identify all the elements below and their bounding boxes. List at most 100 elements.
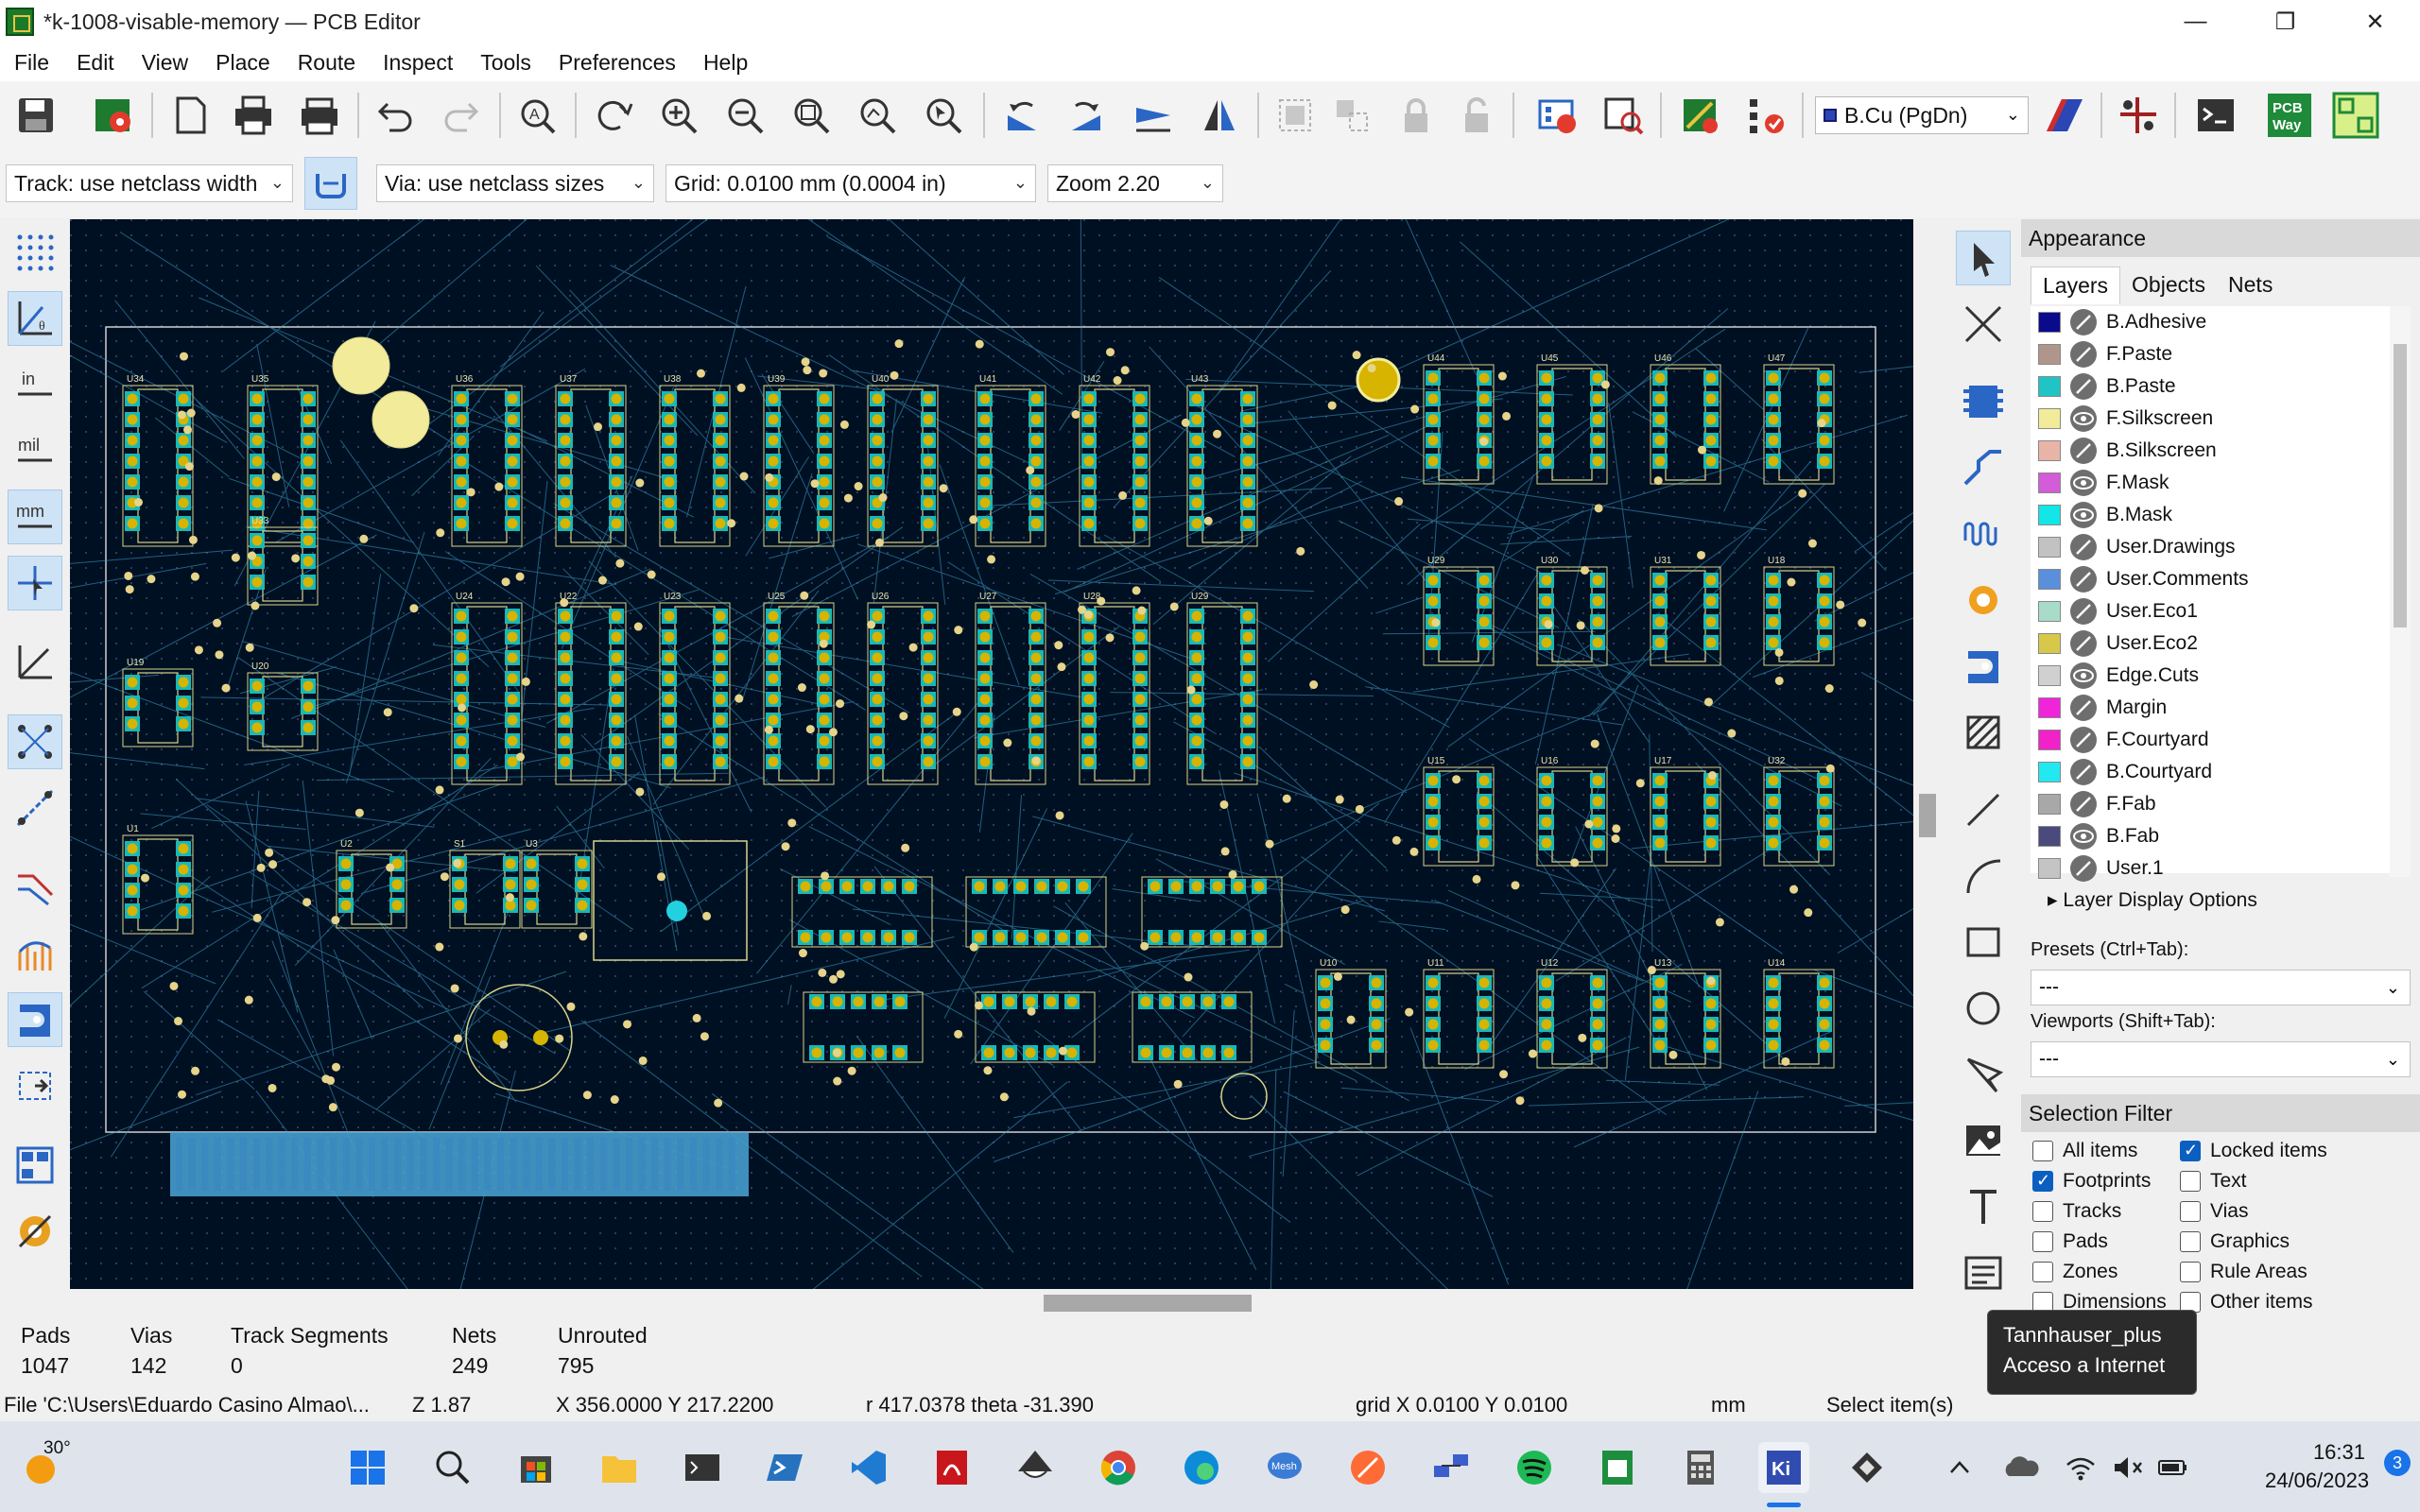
eye-hidden-icon[interactable] [2070, 373, 2097, 400]
layer-row[interactable]: User.1 [2031, 852, 2380, 885]
add-keepout-icon[interactable] [1956, 705, 2011, 760]
layer-row[interactable]: F.Mask [2031, 467, 2380, 499]
mm-units-icon[interactable]: mm [8, 490, 62, 544]
filter-rule-areas-checkbox[interactable]: Rule Areas [2180, 1261, 2308, 1283]
track-outline-icon[interactable] [8, 860, 62, 915]
mil-units-icon[interactable]: mil [8, 423, 62, 478]
layer-row[interactable]: F.Courtyard [2031, 724, 2380, 756]
rotate-cw-icon[interactable] [1061, 89, 1114, 142]
layer-color-swatch[interactable] [2038, 665, 2061, 686]
full-crosshair-icon[interactable] [8, 556, 62, 610]
layer-color-swatch[interactable] [2038, 569, 2061, 590]
start-icon[interactable] [342, 1442, 393, 1493]
eye-hidden-icon[interactable] [2070, 695, 2097, 721]
draw-line-icon[interactable] [1956, 782, 2011, 837]
checkbox-box[interactable] [2180, 1231, 2201, 1252]
spotify-icon[interactable] [1509, 1442, 1560, 1493]
notification-badge[interactable]: 3 [2384, 1450, 2411, 1476]
mirror-vertical-icon[interactable] [1127, 89, 1180, 142]
eye-hidden-icon[interactable] [2070, 566, 2097, 593]
menu-place[interactable]: Place [201, 50, 284, 76]
redraw-icon[interactable] [586, 89, 639, 142]
layer-list-scrollbar[interactable] [2390, 306, 2411, 877]
layer-color-swatch[interactable] [2038, 730, 2061, 750]
eye-hidden-icon[interactable] [2070, 309, 2097, 335]
layer-row[interactable]: User.Comments [2031, 563, 2380, 595]
add-textbox-icon[interactable] [1956, 1246, 2011, 1300]
menu-preferences[interactable]: Preferences [544, 50, 689, 76]
active-layer-select[interactable]: B.Cu (PgDn) ⌄ [1815, 96, 2029, 134]
eye-icon[interactable] [2070, 405, 2097, 432]
layer-color-swatch[interactable] [2038, 601, 2061, 622]
canvas-vertical-scrollbar[interactable] [1919, 794, 1936, 837]
acrobat-icon[interactable] [926, 1442, 977, 1493]
checkbox-box[interactable] [2032, 1231, 2053, 1252]
layer-row[interactable]: B.Paste [2031, 370, 2380, 403]
filter-text-checkbox[interactable]: Text [2180, 1170, 2247, 1193]
menu-help[interactable]: Help [689, 50, 761, 76]
plot-icon[interactable] [293, 89, 346, 142]
layer-row[interactable]: F.Silkscreen [2031, 403, 2380, 435]
draw-rectangle-icon[interactable] [1956, 915, 2011, 970]
layer-row[interactable]: B.Courtyard [2031, 756, 2380, 788]
board-setup-icon[interactable] [87, 89, 140, 142]
layer-row[interactable]: B.Silkscreen [2031, 435, 2380, 467]
eye-hidden-icon[interactable] [2070, 791, 2097, 817]
network-manager-icon[interactable] [1426, 1442, 1477, 1493]
zoom-select[interactable]: Zoom 2.20 ⌄ [1047, 164, 1223, 202]
filter-vias-checkbox[interactable]: Vias [2180, 1200, 2248, 1223]
layer-row[interactable]: Margin [2031, 692, 2380, 724]
drawing-app-icon[interactable] [1342, 1442, 1393, 1493]
add-footprint-icon[interactable] [1956, 374, 2011, 429]
chevron-up-icon[interactable] [1934, 1442, 1985, 1493]
layer-row[interactable]: F.Fab [2031, 788, 2380, 820]
add-zone-icon[interactable] [1956, 639, 2011, 694]
layer-color-swatch[interactable] [2038, 472, 2061, 493]
layer-color-swatch[interactable] [2038, 633, 2061, 654]
menu-inspect[interactable]: Inspect [369, 50, 466, 76]
undo-icon[interactable] [369, 89, 422, 142]
draw-circle-icon[interactable] [1956, 981, 2011, 1036]
layer-color-swatch[interactable] [2038, 697, 2061, 718]
update-pcb-icon[interactable] [1673, 89, 1726, 142]
layer-pair-icon[interactable] [2038, 89, 2091, 142]
filter-locked-items-checkbox[interactable]: Locked items [2180, 1140, 2327, 1162]
powershell-icon[interactable] [760, 1442, 811, 1493]
zoom-in-icon[interactable] [652, 89, 705, 142]
eye-icon[interactable] [2070, 823, 2097, 850]
eye-hidden-icon[interactable] [2070, 598, 2097, 625]
layer-color-swatch[interactable] [2038, 505, 2061, 525]
search-icon[interactable] [427, 1442, 478, 1493]
battery-icon[interactable] [2148, 1442, 2199, 1493]
layer-row[interactable]: B.Adhesive [2031, 306, 2380, 338]
tab-nets[interactable]: Nets [2217, 266, 2284, 304]
eye-hidden-icon[interactable] [2070, 438, 2097, 464]
print-icon[interactable] [227, 89, 280, 142]
layer-color-swatch[interactable] [2038, 794, 2061, 815]
checkbox-box[interactable] [2032, 1171, 2053, 1192]
pcb-canvas[interactable]: U34 U35 U36 U37 U38 U39 U40 U41 U42 U43 U44 U45 U46 U… [70, 219, 1913, 1289]
file-explorer-icon[interactable] [594, 1442, 645, 1493]
layer-color-swatch[interactable] [2038, 376, 2061, 397]
polar-coords-icon[interactable]: θ [8, 291, 62, 346]
eye-icon[interactable] [2070, 470, 2097, 496]
eye-icon[interactable] [2070, 502, 2097, 528]
local-ratsnest-icon[interactable] [1956, 297, 2011, 352]
maximize-button[interactable]: ❐ [2240, 0, 2330, 43]
layer-row[interactable]: User.Eco2 [2031, 627, 2380, 660]
grid-select[interactable]: Grid: 0.0100 mm (0.0004 in) ⌄ [666, 164, 1036, 202]
menu-file[interactable]: File [0, 50, 62, 76]
footprint-browser-icon[interactable] [1598, 89, 1651, 142]
pcb-board-drawing[interactable]: U34 U35 U36 U37 U38 U39 U40 U41 U42 U43 U44 U45 U46 U… [70, 219, 1913, 1289]
edge-icon[interactable] [1176, 1442, 1227, 1493]
eye-icon[interactable] [2070, 662, 2097, 689]
app-icon[interactable] [1841, 1442, 1893, 1493]
layer-color-swatch[interactable] [2038, 312, 2061, 333]
eye-hidden-icon[interactable] [2070, 855, 2097, 882]
layer-row[interactable]: User.Eco1 [2031, 595, 2380, 627]
grid-toggle-icon[interactable] [8, 225, 62, 280]
viewports-select[interactable]: --- ⌄ [2031, 1041, 2411, 1077]
angle-snap-icon[interactable] [8, 635, 62, 690]
filter-all-items-checkbox[interactable]: All items [2032, 1140, 2137, 1162]
draw-arc-icon[interactable] [1956, 849, 2011, 903]
